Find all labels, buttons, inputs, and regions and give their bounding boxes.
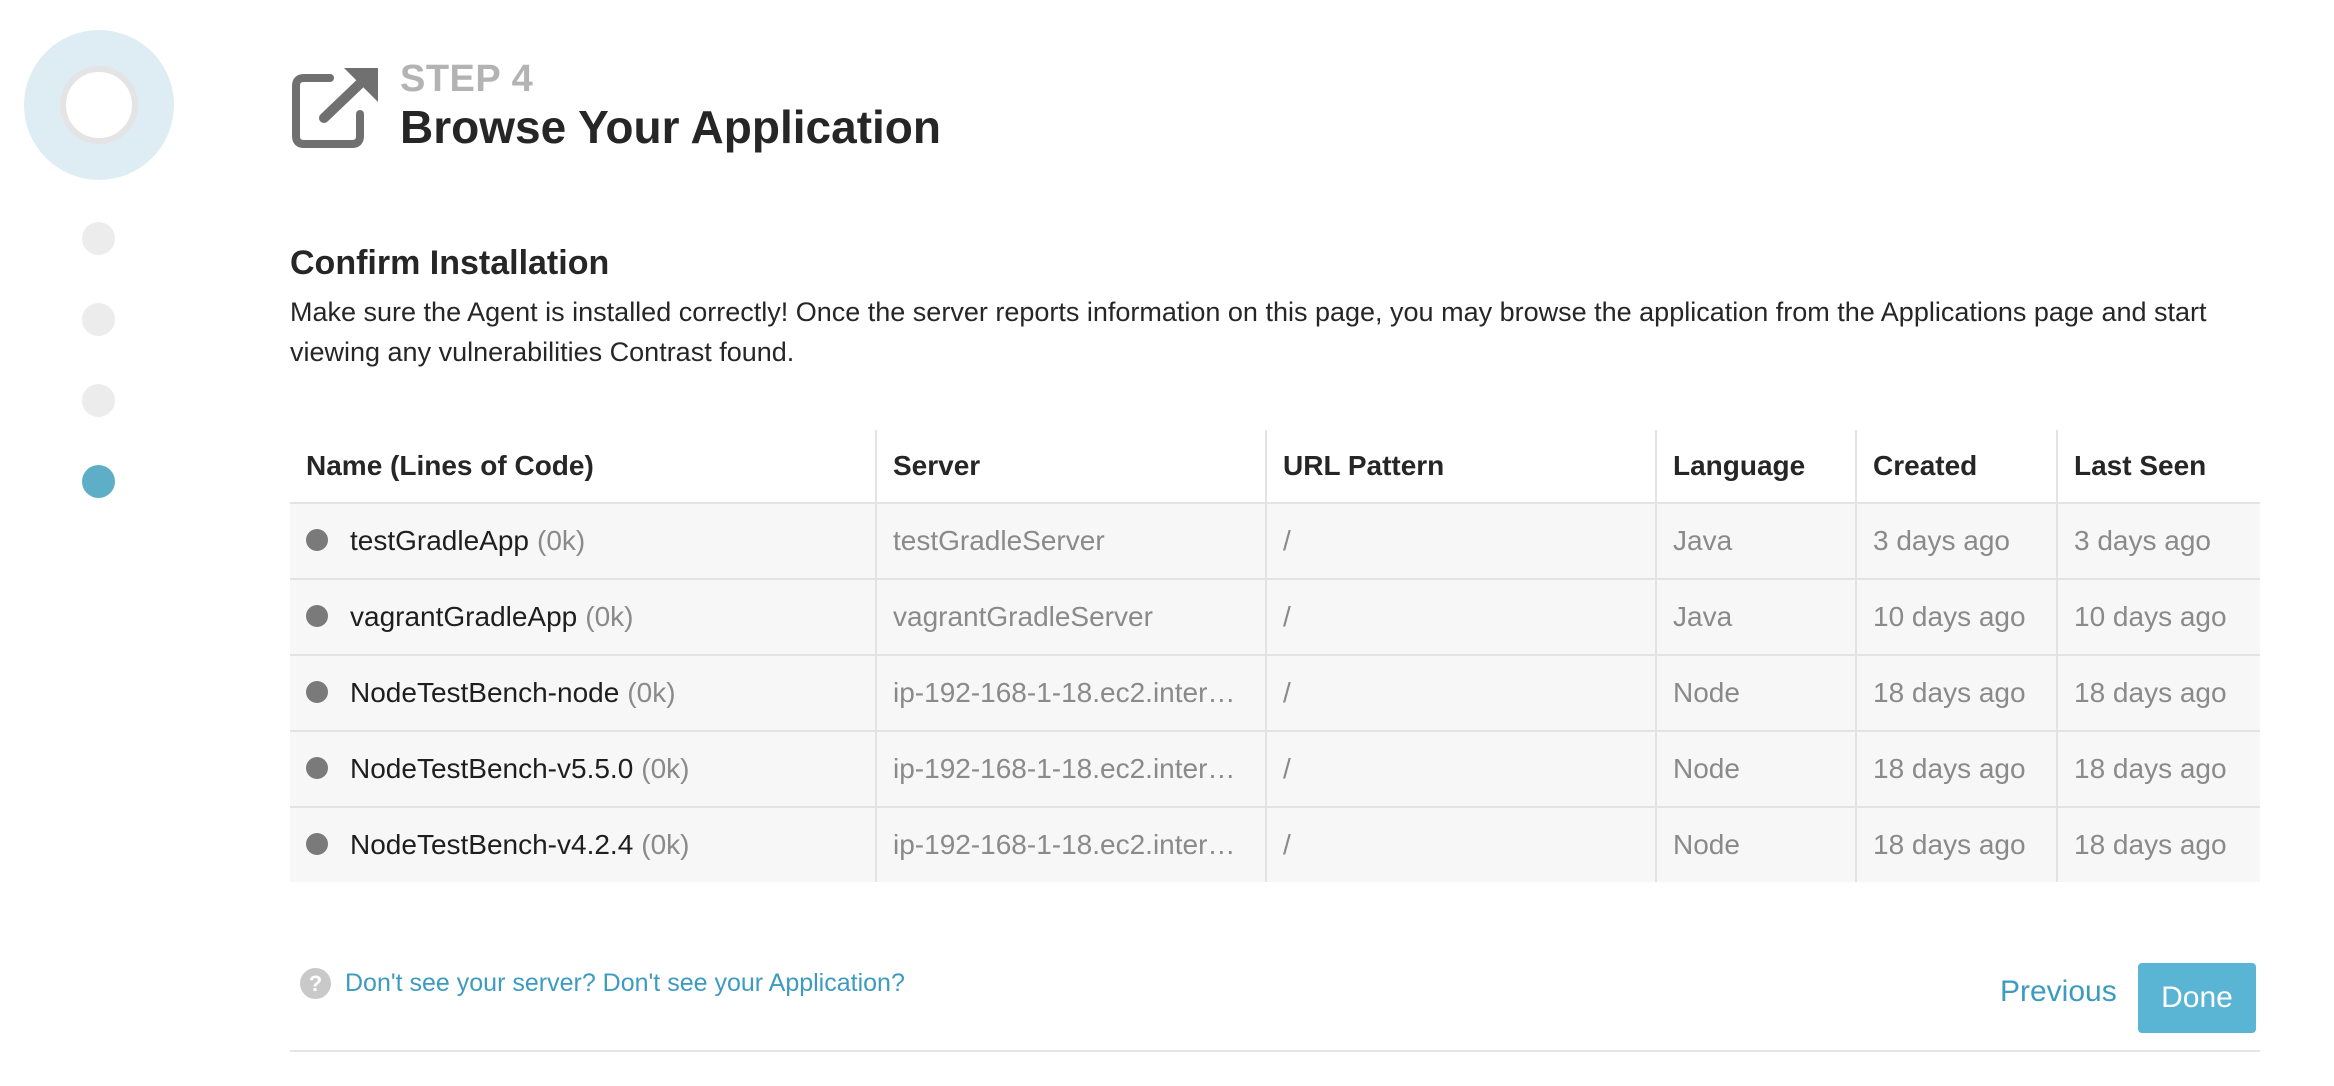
cell-url-pattern: / bbox=[1265, 502, 1656, 579]
lines-of-code: (0k) bbox=[641, 753, 690, 784]
help-link[interactable]: Don't see your server? Don't see your Ap… bbox=[345, 969, 905, 998]
app-name[interactable]: NodeTestBench-v4.2.4 bbox=[350, 829, 633, 860]
step-dot-1[interactable] bbox=[82, 222, 115, 255]
cell-name: NodeTestBench-v4.2.4 (0k) bbox=[290, 806, 876, 882]
table-row[interactable]: testGradleApp (0k) testGradleServer / Jav… bbox=[290, 502, 2260, 579]
table-header-row: Name (Lines of Code) Server URL Pattern … bbox=[290, 430, 2260, 504]
cell-url-pattern: / bbox=[1265, 730, 1656, 807]
lines-of-code: (0k) bbox=[537, 525, 586, 556]
cell-server: testGradleServer bbox=[875, 502, 1266, 579]
cell-language: Java bbox=[1655, 502, 1856, 579]
column-header-created[interactable]: Created bbox=[1855, 430, 2057, 504]
step-dot-3[interactable] bbox=[82, 384, 115, 417]
status-dot-icon bbox=[306, 680, 328, 703]
cell-name: testGradleApp (0k) bbox=[290, 502, 876, 579]
app-name[interactable]: testGradleApp bbox=[350, 525, 529, 556]
cell-url-pattern: / bbox=[1265, 654, 1656, 731]
cell-server: ip-192-168-1-18.ec2.intern… bbox=[875, 806, 1266, 882]
step-label: STEP 4 bbox=[400, 58, 534, 100]
done-button[interactable]: Done bbox=[2138, 963, 2256, 1033]
cell-created: 18 days ago bbox=[1855, 654, 2057, 731]
step-progress-rail bbox=[0, 0, 200, 1086]
cell-language: Node bbox=[1655, 806, 1856, 882]
cell-server: ip-192-168-1-18.ec2.intern… bbox=[875, 730, 1266, 807]
status-dot-icon bbox=[306, 832, 328, 855]
column-header-server[interactable]: Server bbox=[875, 430, 1266, 504]
status-dot-icon bbox=[306, 756, 328, 779]
lines-of-code: (0k) bbox=[627, 677, 676, 708]
divider bbox=[290, 1050, 2260, 1052]
table-row[interactable]: NodeTestBench-v4.2.4 (0k) ip-192-168-1-18… bbox=[290, 806, 2260, 882]
column-header-last-seen[interactable]: Last Seen bbox=[2056, 430, 2260, 504]
question-circle-icon: ? bbox=[300, 968, 331, 999]
page-title: Browse Your Application bbox=[400, 101, 941, 153]
column-header-url-pattern[interactable]: URL Pattern bbox=[1265, 430, 1656, 504]
table-row[interactable]: NodeTestBench-node (0k) ip-192-168-1-18.e… bbox=[290, 654, 2260, 731]
cell-name: NodeTestBench-node (0k) bbox=[290, 654, 876, 731]
app-name[interactable]: NodeTestBench-v5.5.0 bbox=[350, 753, 633, 784]
cell-last-seen: 3 days ago bbox=[2056, 502, 2260, 579]
cell-last-seen: 18 days ago bbox=[2056, 730, 2260, 807]
applications-table: Name (Lines of Code) Server URL Pattern … bbox=[290, 430, 2260, 882]
current-step-ring-icon bbox=[60, 66, 138, 144]
cell-language: Node bbox=[1655, 730, 1856, 807]
lines-of-code: (0k) bbox=[641, 829, 690, 860]
cell-language: Node bbox=[1655, 654, 1856, 731]
column-header-name[interactable]: Name (Lines of Code) bbox=[290, 430, 876, 504]
cell-server: ip-192-168-1-18.ec2.intern… bbox=[875, 654, 1266, 731]
table-row[interactable]: NodeTestBench-v5.5.0 (0k) ip-192-168-1-18… bbox=[290, 730, 2260, 807]
table-row[interactable]: vagrantGradleApp (0k) vagrantGradleServer… bbox=[290, 578, 2260, 655]
current-step-indicator bbox=[24, 30, 174, 180]
cell-last-seen: 10 days ago bbox=[2056, 578, 2260, 655]
cell-url-pattern: / bbox=[1265, 578, 1656, 655]
cell-server: vagrantGradleServer bbox=[875, 578, 1266, 655]
app-name[interactable]: NodeTestBench-node bbox=[350, 677, 619, 708]
status-dot-icon bbox=[306, 528, 328, 551]
cell-created: 3 days ago bbox=[1855, 502, 2057, 579]
cell-name: vagrantGradleApp (0k) bbox=[290, 578, 876, 655]
cell-created: 18 days ago bbox=[1855, 806, 2057, 882]
step-dot-4-active[interactable] bbox=[82, 465, 115, 498]
step-dot-2[interactable] bbox=[82, 303, 115, 336]
cell-language: Java bbox=[1655, 578, 1856, 655]
app-name[interactable]: vagrantGradleApp bbox=[350, 601, 577, 632]
cell-last-seen: 18 days ago bbox=[2056, 654, 2260, 731]
lines-of-code: (0k) bbox=[585, 601, 634, 632]
column-header-language[interactable]: Language bbox=[1655, 430, 1856, 504]
help-link-row[interactable]: ? Don't see your server? Don't see your … bbox=[300, 968, 905, 999]
external-link-icon bbox=[290, 64, 382, 150]
cell-created: 10 days ago bbox=[1855, 578, 2057, 655]
previous-button[interactable]: Previous bbox=[2000, 975, 2117, 1009]
section-title: Confirm Installation bbox=[290, 244, 610, 282]
section-description: Make sure the Agent is installed correct… bbox=[290, 297, 2207, 367]
cell-last-seen: 18 days ago bbox=[2056, 806, 2260, 882]
cell-created: 18 days ago bbox=[1855, 730, 2057, 807]
status-dot-icon bbox=[306, 604, 328, 627]
cell-url-pattern: / bbox=[1265, 806, 1656, 882]
cell-name: NodeTestBench-v5.5.0 (0k) bbox=[290, 730, 876, 807]
